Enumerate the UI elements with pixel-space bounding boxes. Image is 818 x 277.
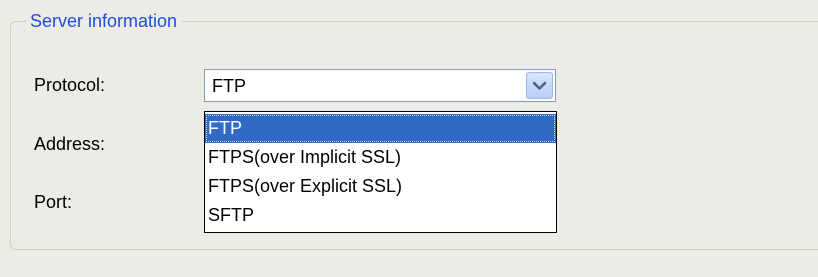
protocol-options-list: FTP FTPS(over Implicit SSL) FTPS(over Ex… bbox=[204, 111, 557, 233]
protocol-label: Protocol: bbox=[34, 75, 106, 95]
chevron-down-icon bbox=[532, 81, 547, 90]
option-sftp[interactable]: SFTP bbox=[205, 201, 556, 230]
option-ftp[interactable]: FTP bbox=[205, 114, 556, 143]
port-label: Port: bbox=[34, 192, 73, 212]
option-ftps-implicit[interactable]: FTPS(over Implicit SSL) bbox=[205, 143, 556, 172]
groupbox-title: Server information bbox=[26, 8, 183, 34]
protocol-dropdown[interactable]: FTP bbox=[204, 69, 556, 102]
address-label: Address: bbox=[34, 134, 106, 154]
dropdown-button[interactable] bbox=[526, 72, 553, 99]
option-ftps-explicit[interactable]: FTPS(over Explicit SSL) bbox=[205, 172, 556, 201]
protocol-selected-value: FTP bbox=[212, 76, 246, 96]
